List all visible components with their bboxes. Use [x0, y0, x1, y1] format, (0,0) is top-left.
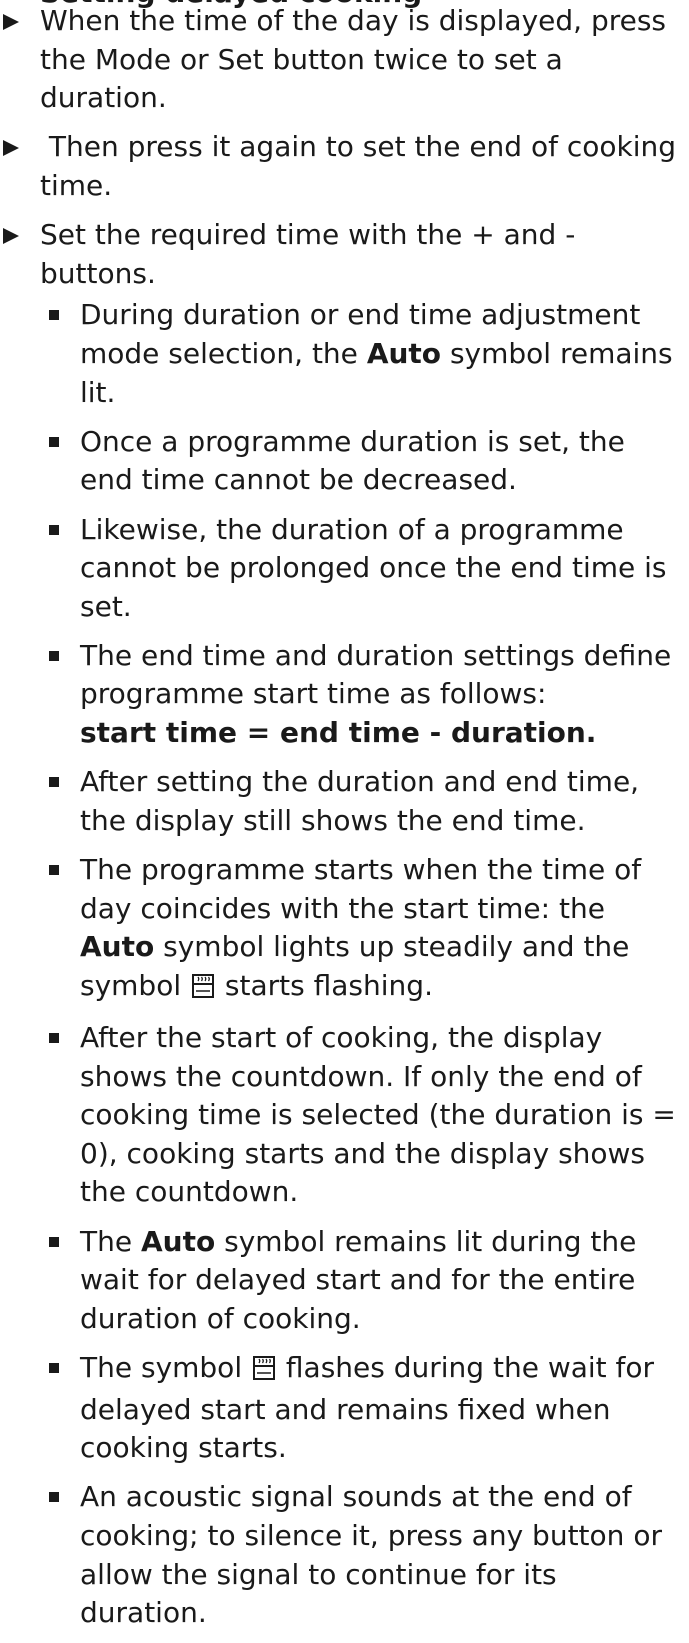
square-bullet-icon [49, 524, 59, 535]
step-1: When the time of the day is displayed, p… [0, 2, 689, 118]
note-text: Once a programme duration is set, the en… [80, 424, 625, 497]
instruction-steps: When the time of the day is displayed, p… [0, 2, 689, 1643]
square-bullet-icon [49, 436, 59, 447]
square-bullet-icon [49, 310, 59, 321]
step-text: Set the required time with the + and - b… [40, 218, 576, 290]
manual-page: Setting delayed cooking When the time of… [0, 0, 689, 1629]
note-start-time: The end time and duration settings defin… [39, 637, 681, 753]
arrow-bullet-icon [3, 14, 19, 30]
square-bullet-icon [49, 777, 59, 788]
note-display-end-time: After setting the duration and end time,… [39, 763, 681, 840]
oven-heat-icon [192, 970, 215, 1009]
arrow-bullet-icon [3, 140, 19, 157]
step-2: Then press it again to set the end of co… [0, 128, 689, 205]
square-bullet-icon [49, 1236, 59, 1247]
notes-list: During duration or end time adjustment m… [39, 296, 681, 1632]
note-symbol-flashes: The symbol flashes during the wait for d… [39, 1349, 681, 1468]
square-bullet-icon [49, 1492, 59, 1503]
note-text: The symbol [80, 1350, 251, 1384]
arrow-bullet-icon [3, 228, 19, 245]
note-text: An acoustic signal sounds at the end of … [80, 1480, 662, 1630]
note-auto-lit: During duration or end time adjustment m… [39, 296, 681, 412]
step-text: When the time of the day is displayed, p… [40, 4, 667, 115]
note-duration: Likewise, the duration of a programme ca… [39, 511, 681, 627]
note-countdown: After the start of cooking, the display … [39, 1019, 681, 1212]
note-text: The [80, 1224, 141, 1258]
square-bullet-icon [49, 1362, 59, 1373]
note-text: After setting the duration and end time,… [80, 765, 640, 837]
note-text: The end time and duration settings defin… [80, 638, 672, 711]
square-bullet-icon [49, 865, 59, 876]
square-bullet-icon [49, 1033, 59, 1043]
start-time-formula: start time = end time - duration. [80, 716, 597, 750]
note-text: starts flashing. [216, 968, 433, 1002]
step-text: Then press it again to set the end of co… [40, 130, 685, 202]
note-auto-remains-lit: The Auto symbol remains lit during the w… [39, 1223, 681, 1339]
oven-heat-icon [253, 1352, 275, 1391]
square-bullet-icon [49, 650, 59, 661]
note-end-time: Once a programme duration is set, the en… [39, 423, 681, 500]
auto-symbol-label: Auto [140, 1224, 216, 1258]
auto-symbol-label: Auto [366, 336, 442, 370]
note-programme-starts: The programme starts when the time of da… [39, 851, 681, 1008]
note-text: The programme starts when the time of da… [80, 853, 642, 925]
auto-symbol-label: Auto [80, 930, 155, 964]
note-text: Likewise, the duration of a programme ca… [80, 512, 667, 623]
note-text: After the start of cooking, the display … [80, 1021, 676, 1209]
note-acoustic-signal: An acoustic signal sounds at the end of … [39, 1478, 681, 1632]
step-3: Set the required time with the + and - b… [0, 216, 689, 1633]
